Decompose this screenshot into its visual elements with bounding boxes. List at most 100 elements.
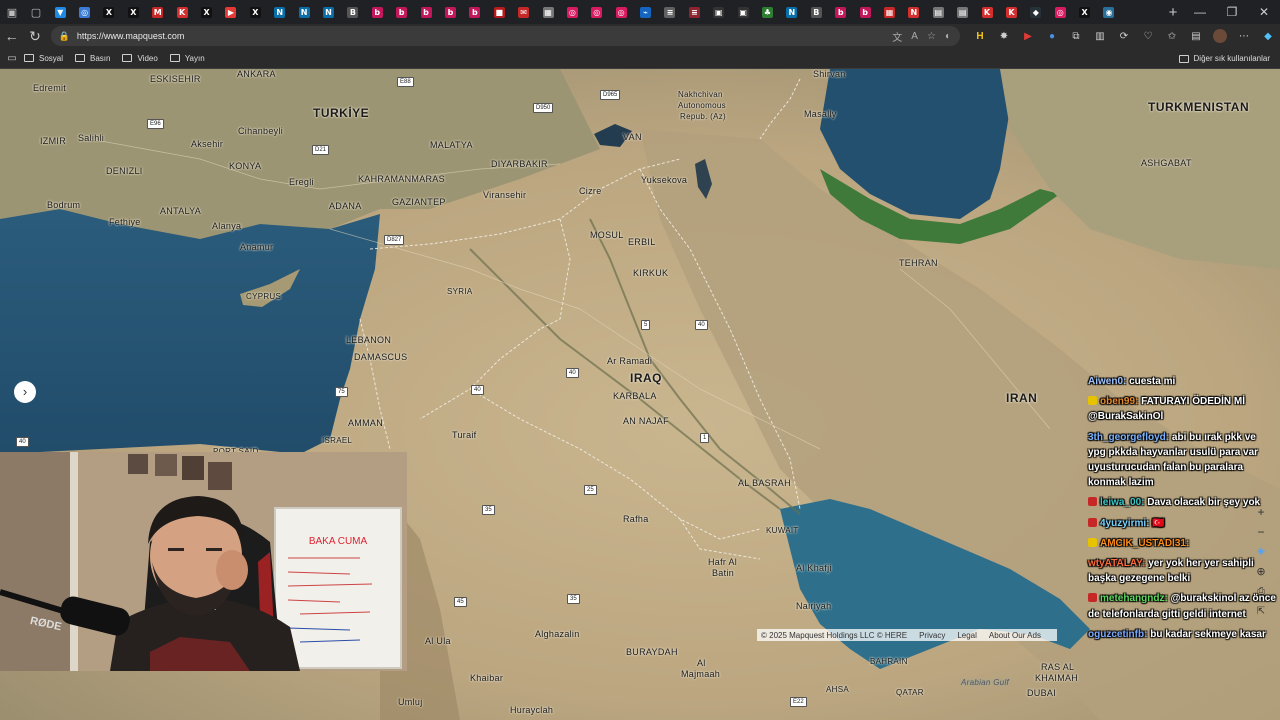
- browser-tab[interactable]: ♣: [755, 2, 779, 22]
- extension-youtube-icon[interactable]: ▶: [1016, 31, 1040, 42]
- browser-tab[interactable]: b: [853, 2, 877, 22]
- extensions-bar: H ✸ ▶ ● ⧉ ▥ ⟳ ♡ ✩ ▤ ⋯ ◆: [968, 29, 1280, 43]
- minimize-button[interactable]: —: [1184, 0, 1216, 24]
- browser-tab[interactable]: ▦: [536, 2, 560, 22]
- more-menu-icon[interactable]: ⋯: [1232, 31, 1256, 42]
- browser-tab[interactable]: K: [999, 2, 1023, 22]
- browser-tab[interactable]: K: [975, 2, 999, 22]
- read-aloud-icon[interactable]: A: [911, 31, 918, 42]
- browser-tab[interactable]: ◆: [1024, 2, 1048, 22]
- browser-tab[interactable]: N: [292, 2, 316, 22]
- instagram-icon: ◎: [566, 6, 578, 18]
- browser-tab[interactable]: N: [780, 2, 804, 22]
- browser-tab[interactable]: b: [438, 2, 462, 22]
- b-icon: b: [469, 6, 481, 18]
- extension-hi-icon[interactable]: H: [968, 31, 992, 42]
- restore-button[interactable]: ❐: [1216, 0, 1248, 24]
- browser-tab[interactable]: ✉: [511, 2, 535, 22]
- chat-username[interactable]: oben99:: [1100, 396, 1138, 407]
- copilot-icon[interactable]: ◐: [945, 31, 951, 42]
- url-text[interactable]: https://www.mapquest.com: [77, 31, 892, 41]
- chat-username[interactable]: wtyATALAY:: [1088, 558, 1145, 569]
- browser-tab[interactable]: ▤: [950, 2, 974, 22]
- browser-tab[interactable]: N: [316, 2, 340, 22]
- place-label: Autonomous: [678, 101, 726, 110]
- browser-tab[interactable]: ≡: [682, 2, 706, 22]
- route-shield: E96: [147, 119, 164, 129]
- bookmarks-menu-icon[interactable]: ▭: [0, 53, 24, 64]
- browser-tab[interactable]: ▤: [926, 2, 950, 22]
- browser-tab[interactable]: X: [121, 2, 145, 22]
- browser-tab[interactable]: b: [389, 2, 413, 22]
- chat-username[interactable]: AMCIK_USTADI31:: [1100, 538, 1189, 549]
- browser-tab[interactable]: b: [829, 2, 853, 22]
- browser-tab[interactable]: b: [365, 2, 389, 22]
- browser-tab[interactable]: ◎: [585, 2, 609, 22]
- browser-tab[interactable]: ◎: [560, 2, 584, 22]
- back-button[interactable]: ←: [0, 28, 23, 44]
- tab-groups-icon[interactable]: ▤: [1184, 31, 1208, 42]
- browser-tab[interactable]: X: [1072, 2, 1096, 22]
- sync-icon[interactable]: ⟳: [1112, 31, 1136, 42]
- browser-tab[interactable]: ◎: [609, 2, 633, 22]
- expand-panel-button[interactable]: ›: [14, 381, 36, 403]
- browser-essentials-icon[interactable]: ♡: [1136, 31, 1160, 42]
- browser-tab[interactable]: ▼: [48, 2, 72, 22]
- chat-username[interactable]: Aiwen0:: [1088, 376, 1126, 387]
- browser-tab[interactable]: b: [414, 2, 438, 22]
- chat-username[interactable]: 4yuzyirmi:: [1100, 518, 1149, 529]
- extensions-icon[interactable]: ⧉: [1064, 31, 1088, 42]
- chat-username[interactable]: leiwa_00:: [1100, 497, 1144, 508]
- extension-puzzle-icon[interactable]: ✸: [992, 31, 1016, 42]
- b-icon: B: [810, 6, 822, 18]
- route-shield: D950: [533, 103, 554, 113]
- browser-tab[interactable]: X: [194, 2, 218, 22]
- collections-icon[interactable]: ✩: [1160, 31, 1184, 42]
- chat-username[interactable]: metehangndz:: [1100, 593, 1168, 604]
- bookmark-folder-yayin[interactable]: Yayın: [169, 54, 205, 63]
- chat-username[interactable]: oguzcetinfb:: [1088, 629, 1147, 640]
- chat-username[interactable]: 3th_georgefloyd:: [1088, 432, 1169, 443]
- browser-tab[interactable]: ◉: [1097, 2, 1121, 22]
- split-screen-icon[interactable]: ▥: [1088, 31, 1112, 42]
- browser-tab[interactable]: ▣: [731, 2, 755, 22]
- browser-tab[interactable]: B: [804, 2, 828, 22]
- browser-tab[interactable]: ▣: [707, 2, 731, 22]
- browser-tab[interactable]: K: [170, 2, 194, 22]
- other-bookmarks[interactable]: Diğer sık kullanılanlar: [1178, 48, 1270, 69]
- bookmark-folder-basin[interactable]: Basın: [75, 54, 110, 63]
- browser-tab[interactable]: N: [268, 2, 292, 22]
- extension-drop-icon[interactable]: ●: [1040, 31, 1064, 42]
- browser-tab[interactable]: X: [97, 2, 121, 22]
- browser-tab[interactable]: N: [902, 2, 926, 22]
- close-window-button[interactable]: ✕: [1248, 0, 1280, 24]
- browser-tab[interactable]: ⌁: [633, 2, 657, 22]
- browser-tab[interactable]: ■: [487, 2, 511, 22]
- bookmark-folder-video[interactable]: Video: [122, 54, 158, 63]
- about-ads-link[interactable]: About Our Ads: [989, 631, 1041, 640]
- privacy-link[interactable]: Privacy: [919, 631, 945, 640]
- tab-actions-icon[interactable]: ▢: [24, 0, 48, 24]
- url-input[interactable]: 🔒 https://www.mapquest.com 文 A ☆ ◐: [50, 26, 960, 46]
- browser-tab[interactable]: ▦: [877, 2, 901, 22]
- copilot-sidebar-icon[interactable]: ◆: [1256, 31, 1280, 42]
- workspaces-icon[interactable]: ▣: [0, 0, 24, 24]
- browser-tab[interactable]: ▶: [219, 2, 243, 22]
- browser-tab[interactable]: M: [146, 2, 170, 22]
- legal-link[interactable]: Legal: [957, 631, 977, 640]
- browser-tab[interactable]: X: [243, 2, 267, 22]
- browser-tab[interactable]: ◎: [1048, 2, 1072, 22]
- browser-tab[interactable]: ≡: [658, 2, 682, 22]
- lock-icon[interactable]: 🔒: [59, 31, 70, 42]
- translate-icon[interactable]: 文: [892, 29, 902, 44]
- browser-tab[interactable]: ◎: [72, 2, 96, 22]
- bookmark-folder-sosyal[interactable]: Sosyal: [24, 54, 63, 63]
- refresh-button[interactable]: ↻: [23, 28, 46, 45]
- browser-tab[interactable]: b: [463, 2, 487, 22]
- browser-tab[interactable]: B: [341, 2, 365, 22]
- favorite-star-icon[interactable]: ☆: [927, 31, 936, 42]
- bookmark-label: Sosyal: [39, 53, 64, 63]
- new-tab-button[interactable]: +: [1162, 4, 1184, 21]
- profile-avatar[interactable]: [1212, 29, 1227, 43]
- place-label: SYRIA: [447, 287, 473, 296]
